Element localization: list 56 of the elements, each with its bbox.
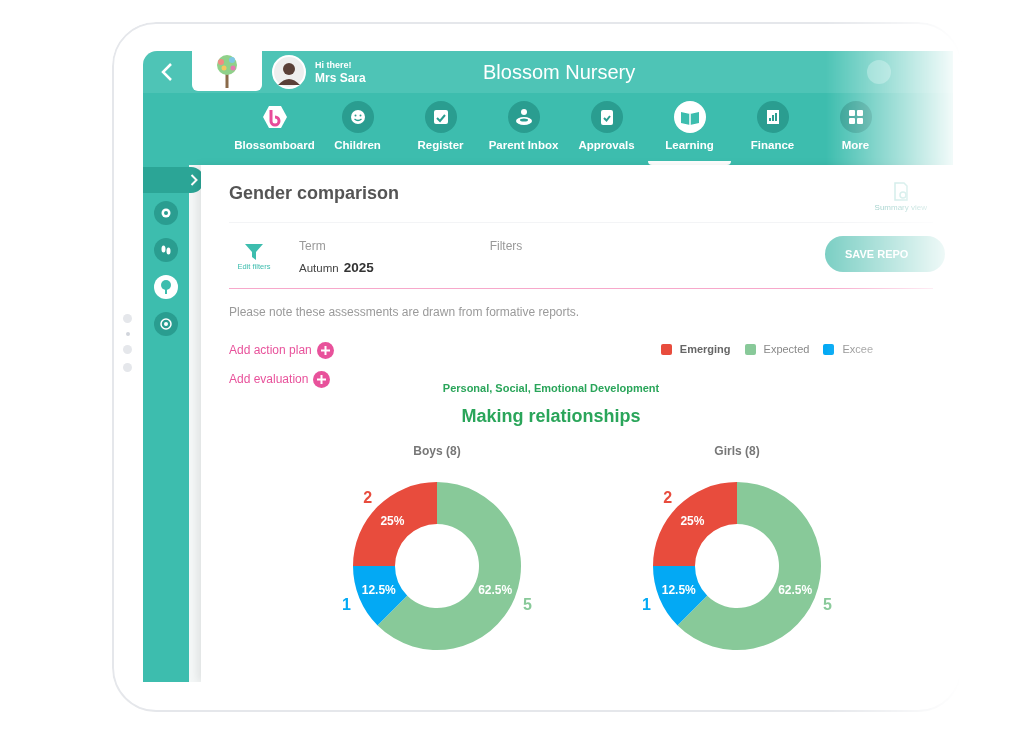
nav-tab[interactable]: Children — [316, 93, 399, 165]
filters-label: Filters — [489, 238, 523, 255]
slice-percent: 12.5% — [661, 582, 696, 597]
tree-icon[interactable] — [154, 275, 178, 299]
report-title: Gender comparison — [229, 182, 400, 205]
term-season: Autumn — [299, 261, 339, 276]
plus-icon — [316, 341, 334, 359]
nav-tab[interactable]: Approvals — [565, 93, 648, 165]
nav-tab[interactable]: Finance — [731, 93, 814, 165]
slice-percent: 25% — [380, 513, 405, 528]
legend-label: Emerging — [679, 342, 731, 357]
slice-percent: 12.5% — [361, 582, 396, 597]
nav-tab[interactable]: Blossomboard — [233, 93, 316, 165]
user-name: Mrs Sara — [315, 71, 366, 84]
clipboard-check-icon — [590, 101, 623, 133]
avatar — [272, 55, 306, 89]
term-label: Term — [299, 238, 327, 255]
slice-count: 2 — [663, 488, 673, 506]
slice-count: 5 — [523, 595, 532, 612]
legend-label: Expected — [763, 342, 810, 357]
person-icon — [507, 101, 540, 133]
target-icon[interactable] — [154, 312, 178, 336]
chevron-right-icon — [190, 174, 198, 186]
chart-title: Boys (8) — [413, 442, 461, 460]
expand-tab[interactable] — [143, 167, 204, 193]
slice-count: 5 — [823, 595, 832, 612]
back-icon[interactable] — [161, 62, 173, 82]
nav-tab[interactable]: Parent Inbox — [482, 93, 565, 165]
greeting-text: Hi there! — [315, 60, 353, 70]
slice-percent: 62.5% — [778, 582, 813, 597]
slice-percent: 25% — [680, 513, 705, 528]
add-link[interactable]: Add evaluation — [229, 370, 334, 388]
smiley-icon — [341, 101, 374, 133]
nav-tab[interactable]: Register — [399, 93, 482, 165]
aspect-title: Making relationships — [461, 404, 641, 428]
plus-icon — [313, 370, 331, 388]
term-year: 2025 — [343, 259, 374, 277]
slice-percent: 62.5% — [478, 582, 513, 597]
legend-label: Excee — [842, 342, 873, 357]
save-report-button[interactable]: SAVE REPO — [825, 236, 945, 272]
area-title: Personal, Social, Emotional Development — [442, 381, 660, 396]
chart-title: Girls (8) — [714, 442, 760, 460]
app-title: Blossom Nursery — [483, 60, 636, 85]
note-text: Please note these assessments are drawn from formative reports. — [229, 304, 581, 321]
slice-count: 1 — [642, 595, 651, 612]
grid-icon — [839, 101, 872, 133]
footprints-icon[interactable] — [154, 238, 178, 262]
eye-icon[interactable] — [154, 201, 178, 225]
slice-count: 1 — [342, 595, 351, 612]
calendar-check-icon — [424, 101, 457, 133]
add-link[interactable]: Add action plan — [229, 341, 334, 359]
slice-count: 2 — [363, 488, 373, 506]
funnel-icon — [244, 243, 264, 261]
bar-chart-icon — [756, 101, 789, 133]
book-icon — [673, 101, 706, 133]
nav-tab[interactable]: More — [814, 93, 897, 165]
